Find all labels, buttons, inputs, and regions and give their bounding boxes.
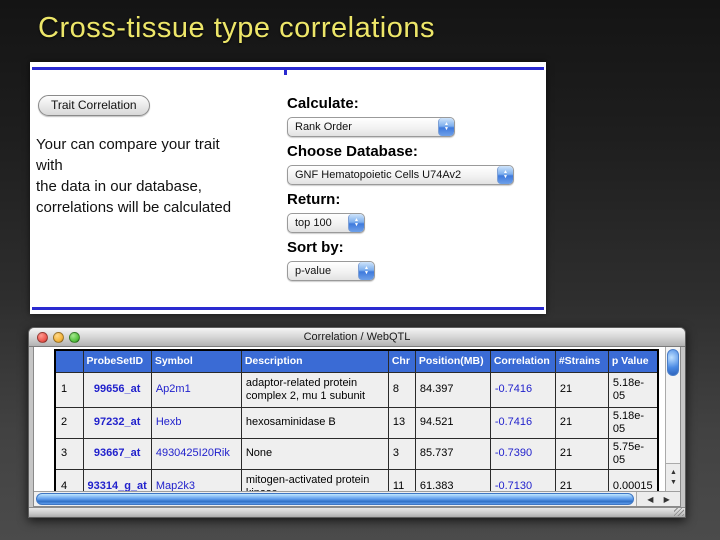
column-header: Chr [388, 350, 415, 372]
cell-chr: 13 [388, 407, 415, 438]
column-header [55, 350, 83, 372]
cell-correlation[interactable]: -0.7130 [490, 469, 555, 491]
slide-title: Cross-tissue type correlations [38, 12, 435, 45]
choose-database-label: Choose Database: [287, 140, 543, 164]
database-select[interactable]: GNF Hematopoietic Cells U74Av2 ▲▼ [287, 165, 514, 185]
cell-description: adaptor-related protein complex 2, mu 1 … [241, 372, 388, 407]
cell-position: 94.521 [415, 407, 490, 438]
cell-pvalue: 5.75e-05 [608, 438, 658, 469]
cell-pvalue: 5.18e-05 [608, 407, 658, 438]
top-rule-tick [284, 67, 287, 75]
table-row: 493314_g_atMap2k3mitogen-activated prote… [55, 469, 658, 491]
sort-select-value: p-value [288, 265, 331, 277]
cell-symbol[interactable]: Ap2m1 [151, 372, 241, 407]
cell-chr: 3 [388, 438, 415, 469]
column-header: Symbol [151, 350, 241, 372]
return-select[interactable]: top 100 ▲▼ [287, 213, 365, 233]
cell-symbol[interactable]: 4930425I20Rik [151, 438, 241, 469]
sort-by-label: Sort by: [287, 236, 543, 260]
cell-description: mitogen-activated protein kinase [241, 469, 388, 491]
cell-position: 85.737 [415, 438, 490, 469]
horizontal-scroll-arrows-icon[interactable]: ◀▶ [636, 492, 680, 506]
cell-probeset[interactable]: 93314_g_at [83, 469, 151, 491]
window-statusbar [29, 507, 685, 517]
trait-correlation-button[interactable]: Trait Correlation [38, 95, 150, 116]
presentation-slide: Cross-tissue type correlations Trait Cor… [0, 0, 720, 540]
calculate-select[interactable]: Rank Order ▲▼ [287, 117, 455, 137]
form-fields: Calculate: Rank Order ▲▼ Choose Database… [287, 92, 543, 284]
cell-position: 84.397 [415, 372, 490, 407]
cell-chr: 8 [388, 372, 415, 407]
cell-probeset[interactable]: 97232_at [83, 407, 151, 438]
cell-strains: 21 [555, 438, 608, 469]
resize-grip-icon[interactable] [674, 508, 684, 516]
cell-strains: 21 [555, 469, 608, 491]
top-blue-rule [32, 67, 544, 70]
bottom-blue-rule [32, 307, 544, 310]
correlation-results-table: ProbeSetIDSymbolDescriptionChrPosition(M… [54, 349, 659, 491]
return-select-value: top 100 [288, 217, 332, 229]
window-title: Correlation / WebQTL [29, 328, 685, 347]
horizontal-scrollbar-thumb[interactable] [36, 493, 634, 505]
cell-symbol[interactable]: Map2k3 [151, 469, 241, 491]
table-row: 199656_atAp2m1adaptor-related protein co… [55, 372, 658, 407]
cell-num: 2 [55, 407, 83, 438]
column-header: p Value [608, 350, 658, 372]
window-titlebar[interactable]: Correlation / WebQTL [29, 328, 685, 347]
calculate-label: Calculate: [287, 92, 543, 116]
stepper-updown-icon: ▲▼ [348, 214, 364, 232]
cell-probeset[interactable]: 93667_at [83, 438, 151, 469]
column-header: Position(MB) [415, 350, 490, 372]
cell-strains: 21 [555, 372, 608, 407]
calculate-select-value: Rank Order [288, 121, 352, 133]
cell-description: None [241, 438, 388, 469]
table-row: 297232_atHexbhexosaminidase B1394.521-0.… [55, 407, 658, 438]
cell-pvalue: 5.18e-05 [608, 372, 658, 407]
horizontal-scrollbar[interactable]: ◀▶ [34, 491, 680, 506]
cell-correlation[interactable]: -0.7416 [490, 372, 555, 407]
cell-probeset[interactable]: 99656_at [83, 372, 151, 407]
column-header: Correlation [490, 350, 555, 372]
intro-line: with [36, 155, 231, 176]
cell-chr: 11 [388, 469, 415, 491]
cell-symbol[interactable]: Hexb [151, 407, 241, 438]
cell-position: 61.383 [415, 469, 490, 491]
stepper-updown-icon: ▲▼ [438, 118, 454, 136]
column-header: Description [241, 350, 388, 372]
cell-correlation[interactable]: -0.7390 [490, 438, 555, 469]
cell-num: 3 [55, 438, 83, 469]
correlation-results-window: Correlation / WebQTL ProbeSetIDSymbolDes… [28, 327, 686, 518]
vertical-scrollbar-thumb[interactable] [667, 349, 679, 376]
vertical-scrollbar[interactable]: ▲▼ [665, 347, 680, 491]
vertical-scroll-arrows-icon[interactable]: ▲▼ [666, 463, 680, 491]
stepper-updown-icon: ▲▼ [497, 166, 513, 184]
column-header: #Strains [555, 350, 608, 372]
intro-line: the data in our database, [36, 176, 231, 197]
return-label: Return: [287, 188, 543, 212]
table-zone: ProbeSetIDSymbolDescriptionChrPosition(M… [34, 347, 680, 491]
cell-num: 1 [55, 372, 83, 407]
intro-line: Your can compare your trait [36, 134, 231, 155]
intro-text: Your can compare your traitwiththe data … [36, 134, 231, 218]
cell-pvalue: 0.00015 [608, 469, 658, 491]
correlation-form-panel: Trait Correlation Your can compare your … [30, 62, 546, 314]
table-header-row: ProbeSetIDSymbolDescriptionChrPosition(M… [55, 350, 658, 372]
column-header: ProbeSetID [83, 350, 151, 372]
intro-line: correlations will be calculated [36, 197, 231, 218]
cell-strains: 21 [555, 407, 608, 438]
window-body: ProbeSetIDSymbolDescriptionChrPosition(M… [33, 347, 681, 507]
cell-num: 4 [55, 469, 83, 491]
cell-description: hexosaminidase B [241, 407, 388, 438]
database-select-value: GNF Hematopoietic Cells U74Av2 [288, 169, 461, 181]
stepper-updown-icon: ▲▼ [358, 262, 374, 280]
cell-correlation[interactable]: -0.7416 [490, 407, 555, 438]
sort-select[interactable]: p-value ▲▼ [287, 261, 375, 281]
table-row: 393667_at4930425I20RikNone385.737-0.7390… [55, 438, 658, 469]
